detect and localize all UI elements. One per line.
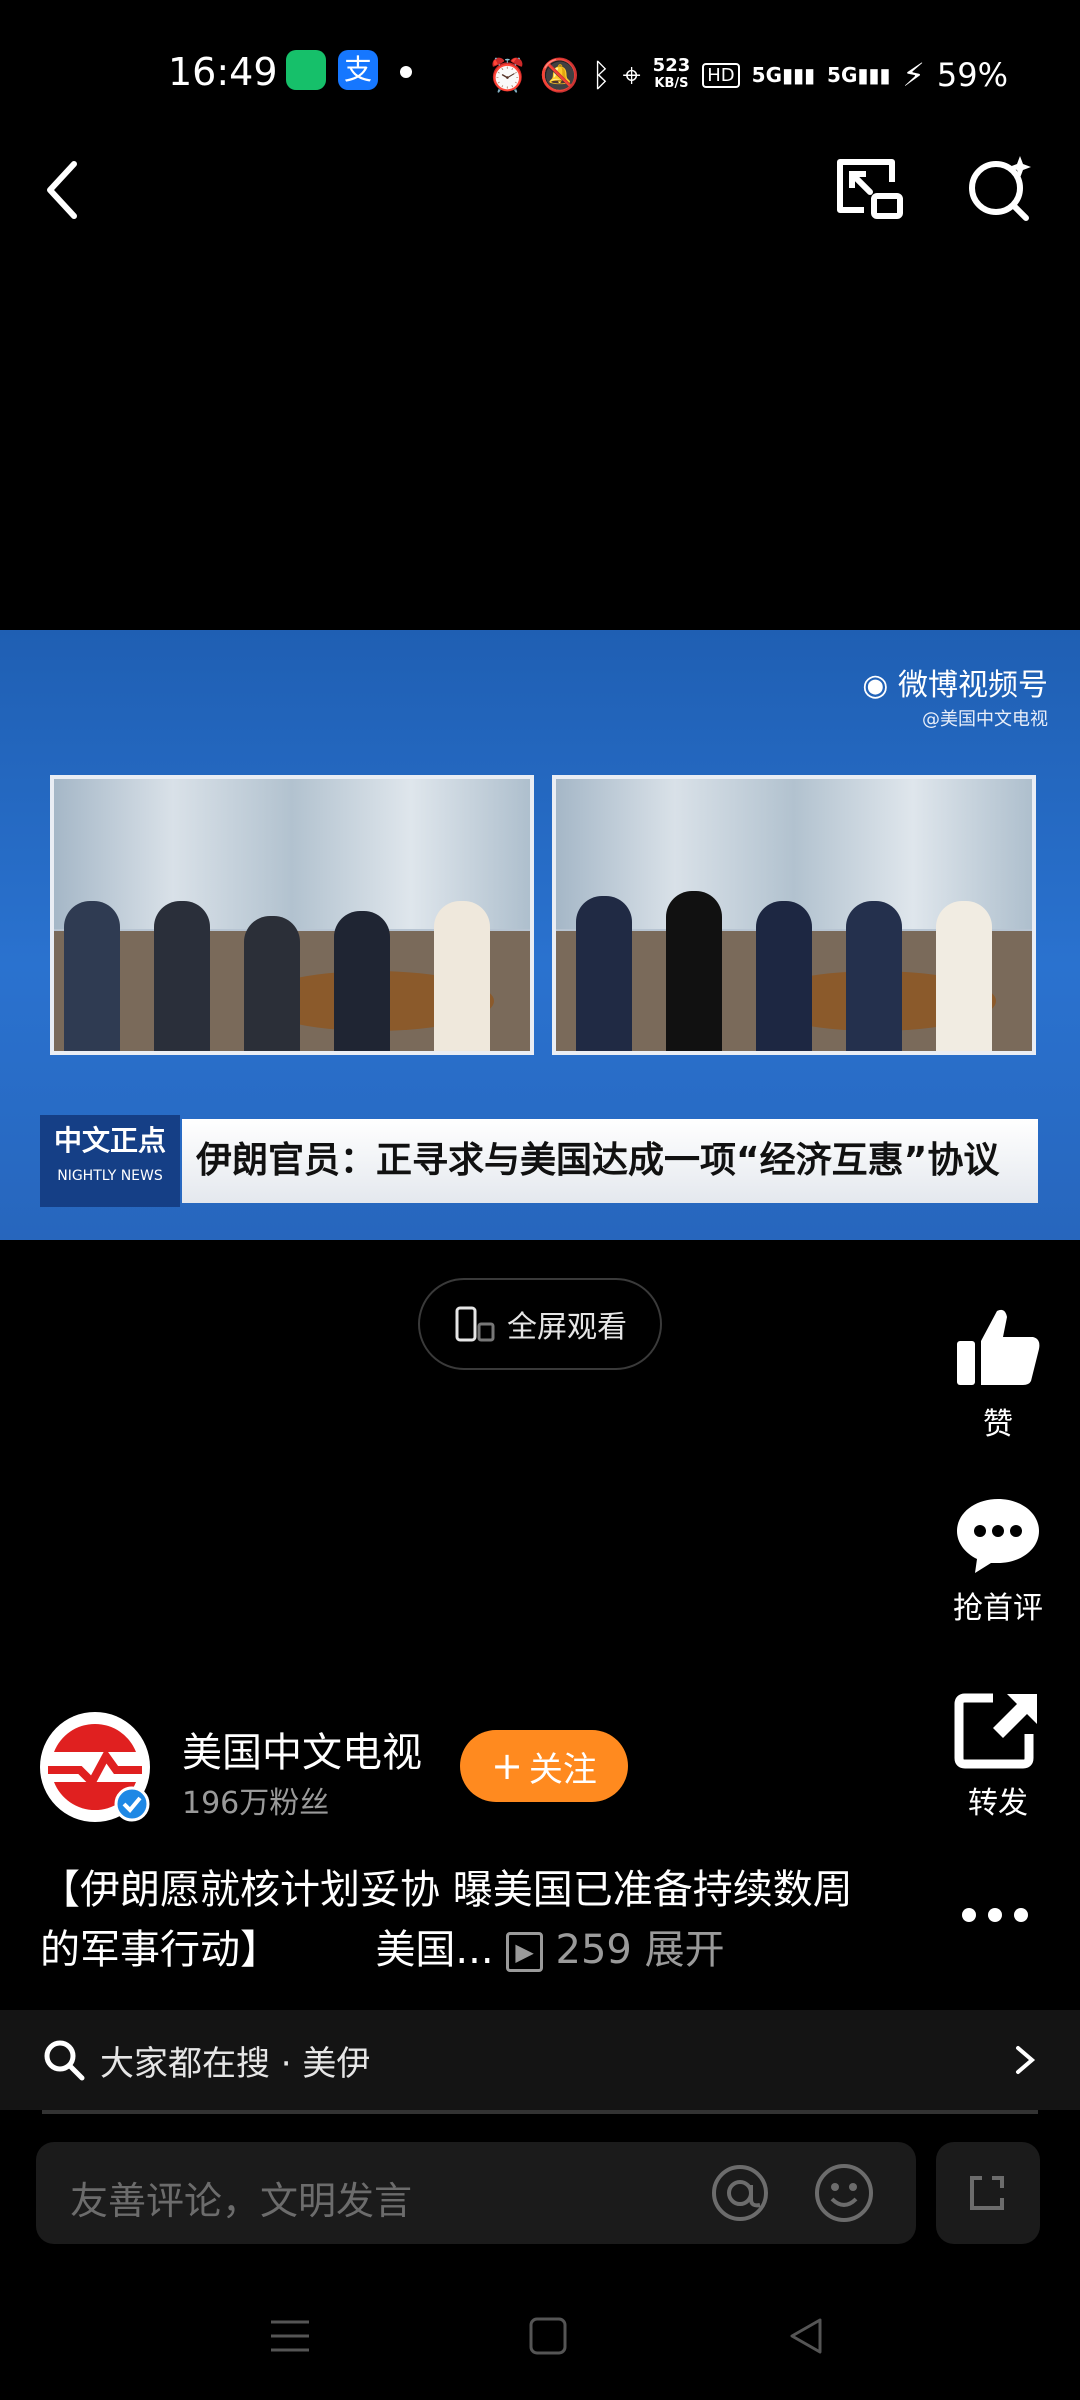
alarm-icon: ⏰ [487,56,528,94]
comment-button[interactable]: 抢首评 [930,1495,1066,1627]
weibo-icon: ◉ [862,668,898,703]
post-description[interactable]: 【伊朗愿就核计划妥协 曝美国已准备持续数周的军事行动】 美国... ▶ 259 … [40,1860,860,1980]
trending-search-text: 大家都在搜 · 美伊 [100,2043,371,2084]
author-fans-count: 196万粉丝 [182,1786,330,1821]
rotate-phone-icon [455,1306,495,1342]
net-speed: 523 KB/S [653,57,691,93]
back-button[interactable] [30,150,100,230]
battery-level: 59% [936,56,1008,94]
trending-search-bar[interactable]: 大家都在搜 · 美伊 [0,2010,1080,2110]
notification-dot-icon [400,66,412,78]
comment-placeholder: 友善评论，文明发言 [70,2179,413,2223]
comment-label: 抢首评 [953,1591,1043,1626]
charging-icon: ⚡ [902,56,925,94]
signal-icon-1: 5G ▮▮▮ [751,63,816,87]
video-frame-left [50,775,534,1055]
program-logo-sub: NIGHTLY NEWS [57,1168,163,1184]
thumbs-up-icon [957,1309,1040,1385]
more-dots-icon [962,1908,1028,1922]
watermark-text: 微博视频号 [898,668,1048,703]
author-name[interactable]: 美国中文电视 [182,1720,422,1778]
nav-home-icon[interactable] [526,2314,570,2358]
expand-link[interactable]: 展开 [645,1927,725,1973]
status-bar: 16:49 支 ⏰ 🔕 ᛒ ⌖ 523 KB/S HD 5G ▮▮▮ 5G ▮▮▮ … [0,40,1080,106]
alipay-icon: 支 [338,50,378,90]
chevron-left-icon [47,161,77,219]
signal1-label: 5G [751,63,782,87]
search-button[interactable] [960,148,1040,228]
video-progress-bar[interactable] [42,2110,1038,2114]
share-button[interactable]: 转发 [930,1690,1066,1822]
search-icon [44,2040,85,2081]
news-lower-third: 中文正点 NIGHTLY NEWS 伊朗官员：正寻求与美国达成一项“经济互惠”协… [40,1115,1040,1207]
news-headline: 伊朗官员：正寻求与美国达成一项“经济互惠”协议 [182,1119,1038,1203]
like-button[interactable]: 赞 [930,1305,1066,1443]
hd-badge: HD [702,62,740,88]
like-label: 赞 [983,1407,1013,1442]
bluetooth-icon: ᛒ [591,56,611,94]
share-label: 转发 [968,1786,1028,1821]
view-count: 259 [555,1927,632,1973]
mention-icon[interactable] [708,2161,772,2225]
watermark-handle: @美国中文电视 [922,709,1048,730]
follow-label: 关注 [528,1749,597,1790]
nav-menu-icon[interactable] [265,2316,315,2356]
plus-icon: + [491,1744,523,1788]
nav-back-icon[interactable] [784,2314,828,2358]
expand-icon [970,2176,1004,2210]
location-icon: ⌖ [622,55,641,94]
chevron-right-icon [1016,2046,1036,2074]
video-player[interactable]: ◉ 微博视频号 @美国中文电视 中文正点 NIGHTLY NEWS 伊朗官员：正… [0,630,1080,1240]
expand-comment-button[interactable] [936,2142,1040,2244]
signal2-label: 5G [827,63,858,87]
description-tail: 美国... [375,1927,494,1973]
fullscreen-button[interactable]: 全屏观看 [418,1278,662,1370]
comment-input[interactable]: 友善评论，文明发言 [36,2142,916,2244]
comment-bubble-icon [957,1499,1039,1573]
video-views: ▶ 259 [506,1927,644,1973]
more-options-button[interactable] [955,1895,1035,1935]
net-speed-unit: KB/S [654,76,689,91]
status-icons: ⏰ 🔕 ᛒ ⌖ 523 KB/S HD 5G ▮▮▮ 5G ▮▮▮ ⚡ 59% [488,50,1080,100]
play-icon: ▶ [506,1932,543,1972]
share-icon [954,1693,1037,1769]
watermark-logo: ◉ 微博视频号 [862,660,1048,704]
signal-icon-2: 5G ▮▮▮ [827,63,891,87]
follow-button[interactable]: + 关注 [460,1730,628,1802]
search-icon [969,156,1031,221]
status-time: 16:49 [168,50,278,94]
net-speed-value: 523 [652,55,691,76]
video-frame-right [552,775,1036,1055]
pip-icon [837,159,903,219]
picture-in-picture-button[interactable] [830,148,910,228]
app-icon-green [286,50,326,90]
author-avatar[interactable] [40,1712,150,1822]
channel-logo-icon [45,1717,150,1822]
mute-icon: 🔕 [539,56,580,94]
emoji-icon[interactable] [812,2161,876,2225]
news-program-logo: 中文正点 NIGHTLY NEWS [40,1115,180,1207]
program-logo-main: 中文正点 [53,1124,166,1157]
fullscreen-label: 全屏观看 [507,1310,627,1345]
